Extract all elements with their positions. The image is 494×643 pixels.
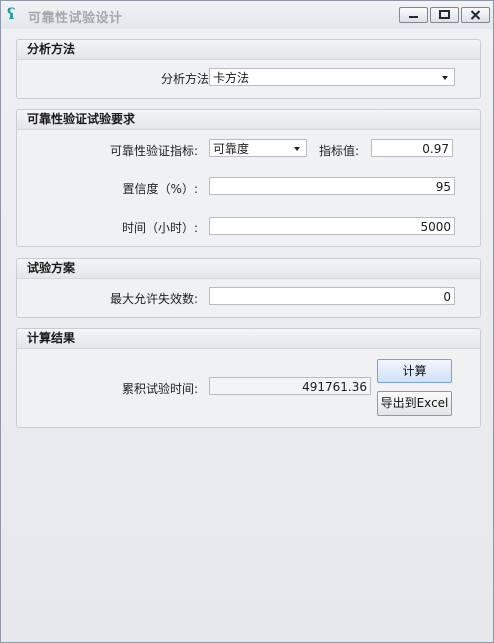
minimize-icon [409, 16, 418, 18]
test-plan-header: 试验方案 [17, 259, 480, 279]
analysis-method-panel: 分析方法 分析方法: 卡方法 [16, 39, 481, 99]
confidence-label: 置信度（%）: [122, 182, 198, 196]
calculate-button[interactable]: 计算 [377, 359, 452, 383]
time-input[interactable]: 5000 [209, 217, 455, 235]
title-bar: ʕ 可靠性试验设计 [1, 1, 493, 29]
method-select[interactable]: 卡方法 [209, 68, 455, 86]
reliability-requirements-panel: 可靠性验证试验要求 可靠性验证指标: 可靠度 指标值: 0.97 置信度（%）:… [16, 109, 481, 247]
max-failures-label: 最大允许失效数: [109, 292, 198, 306]
analysis-method-header: 分析方法 [17, 40, 480, 60]
index-select-value: 可靠度 [213, 142, 250, 156]
minimize-button[interactable] [399, 7, 428, 23]
chevron-down-icon [442, 76, 448, 80]
results-header: 计算结果 [17, 329, 480, 349]
max-failures-input[interactable]: 0 [209, 287, 455, 305]
method-select-value: 卡方法 [213, 71, 250, 85]
export-excel-button[interactable]: 导出到Excel [377, 391, 452, 416]
app-window: ʕ 可靠性试验设计 分析方法 分析方法: 卡方法 可靠性验证试验要求 可靠性验证… [0, 0, 494, 643]
window-title: 可靠性试验设计 [28, 11, 123, 26]
index-value-input[interactable]: 0.97 [371, 139, 453, 157]
chevron-down-icon [294, 147, 300, 151]
index-label: 可靠性验证指标: [109, 144, 198, 158]
app-logo-icon: ʕ [7, 5, 16, 23]
reliability-requirements-header: 可靠性验证试验要求 [17, 110, 480, 130]
test-plan-panel: 试验方案 最大允许失效数: 0 [16, 258, 481, 318]
cumulative-time-label: 累积试验时间: [121, 382, 198, 396]
confidence-input[interactable]: 95 [209, 177, 455, 195]
close-button[interactable] [461, 7, 490, 23]
time-label: 时间（小时）: [121, 221, 198, 235]
results-panel: 计算结果 累积试验时间: 491761.36 计算 导出到Excel [16, 328, 481, 428]
method-label: 分析方法: [160, 72, 213, 86]
close-icon [470, 10, 481, 20]
cumulative-time-value: 491761.36 [209, 377, 371, 395]
maximize-button[interactable] [430, 7, 459, 23]
index-value-label: 指标值: [318, 144, 359, 158]
index-select[interactable]: 可靠度 [209, 139, 307, 157]
maximize-icon [439, 10, 450, 19]
